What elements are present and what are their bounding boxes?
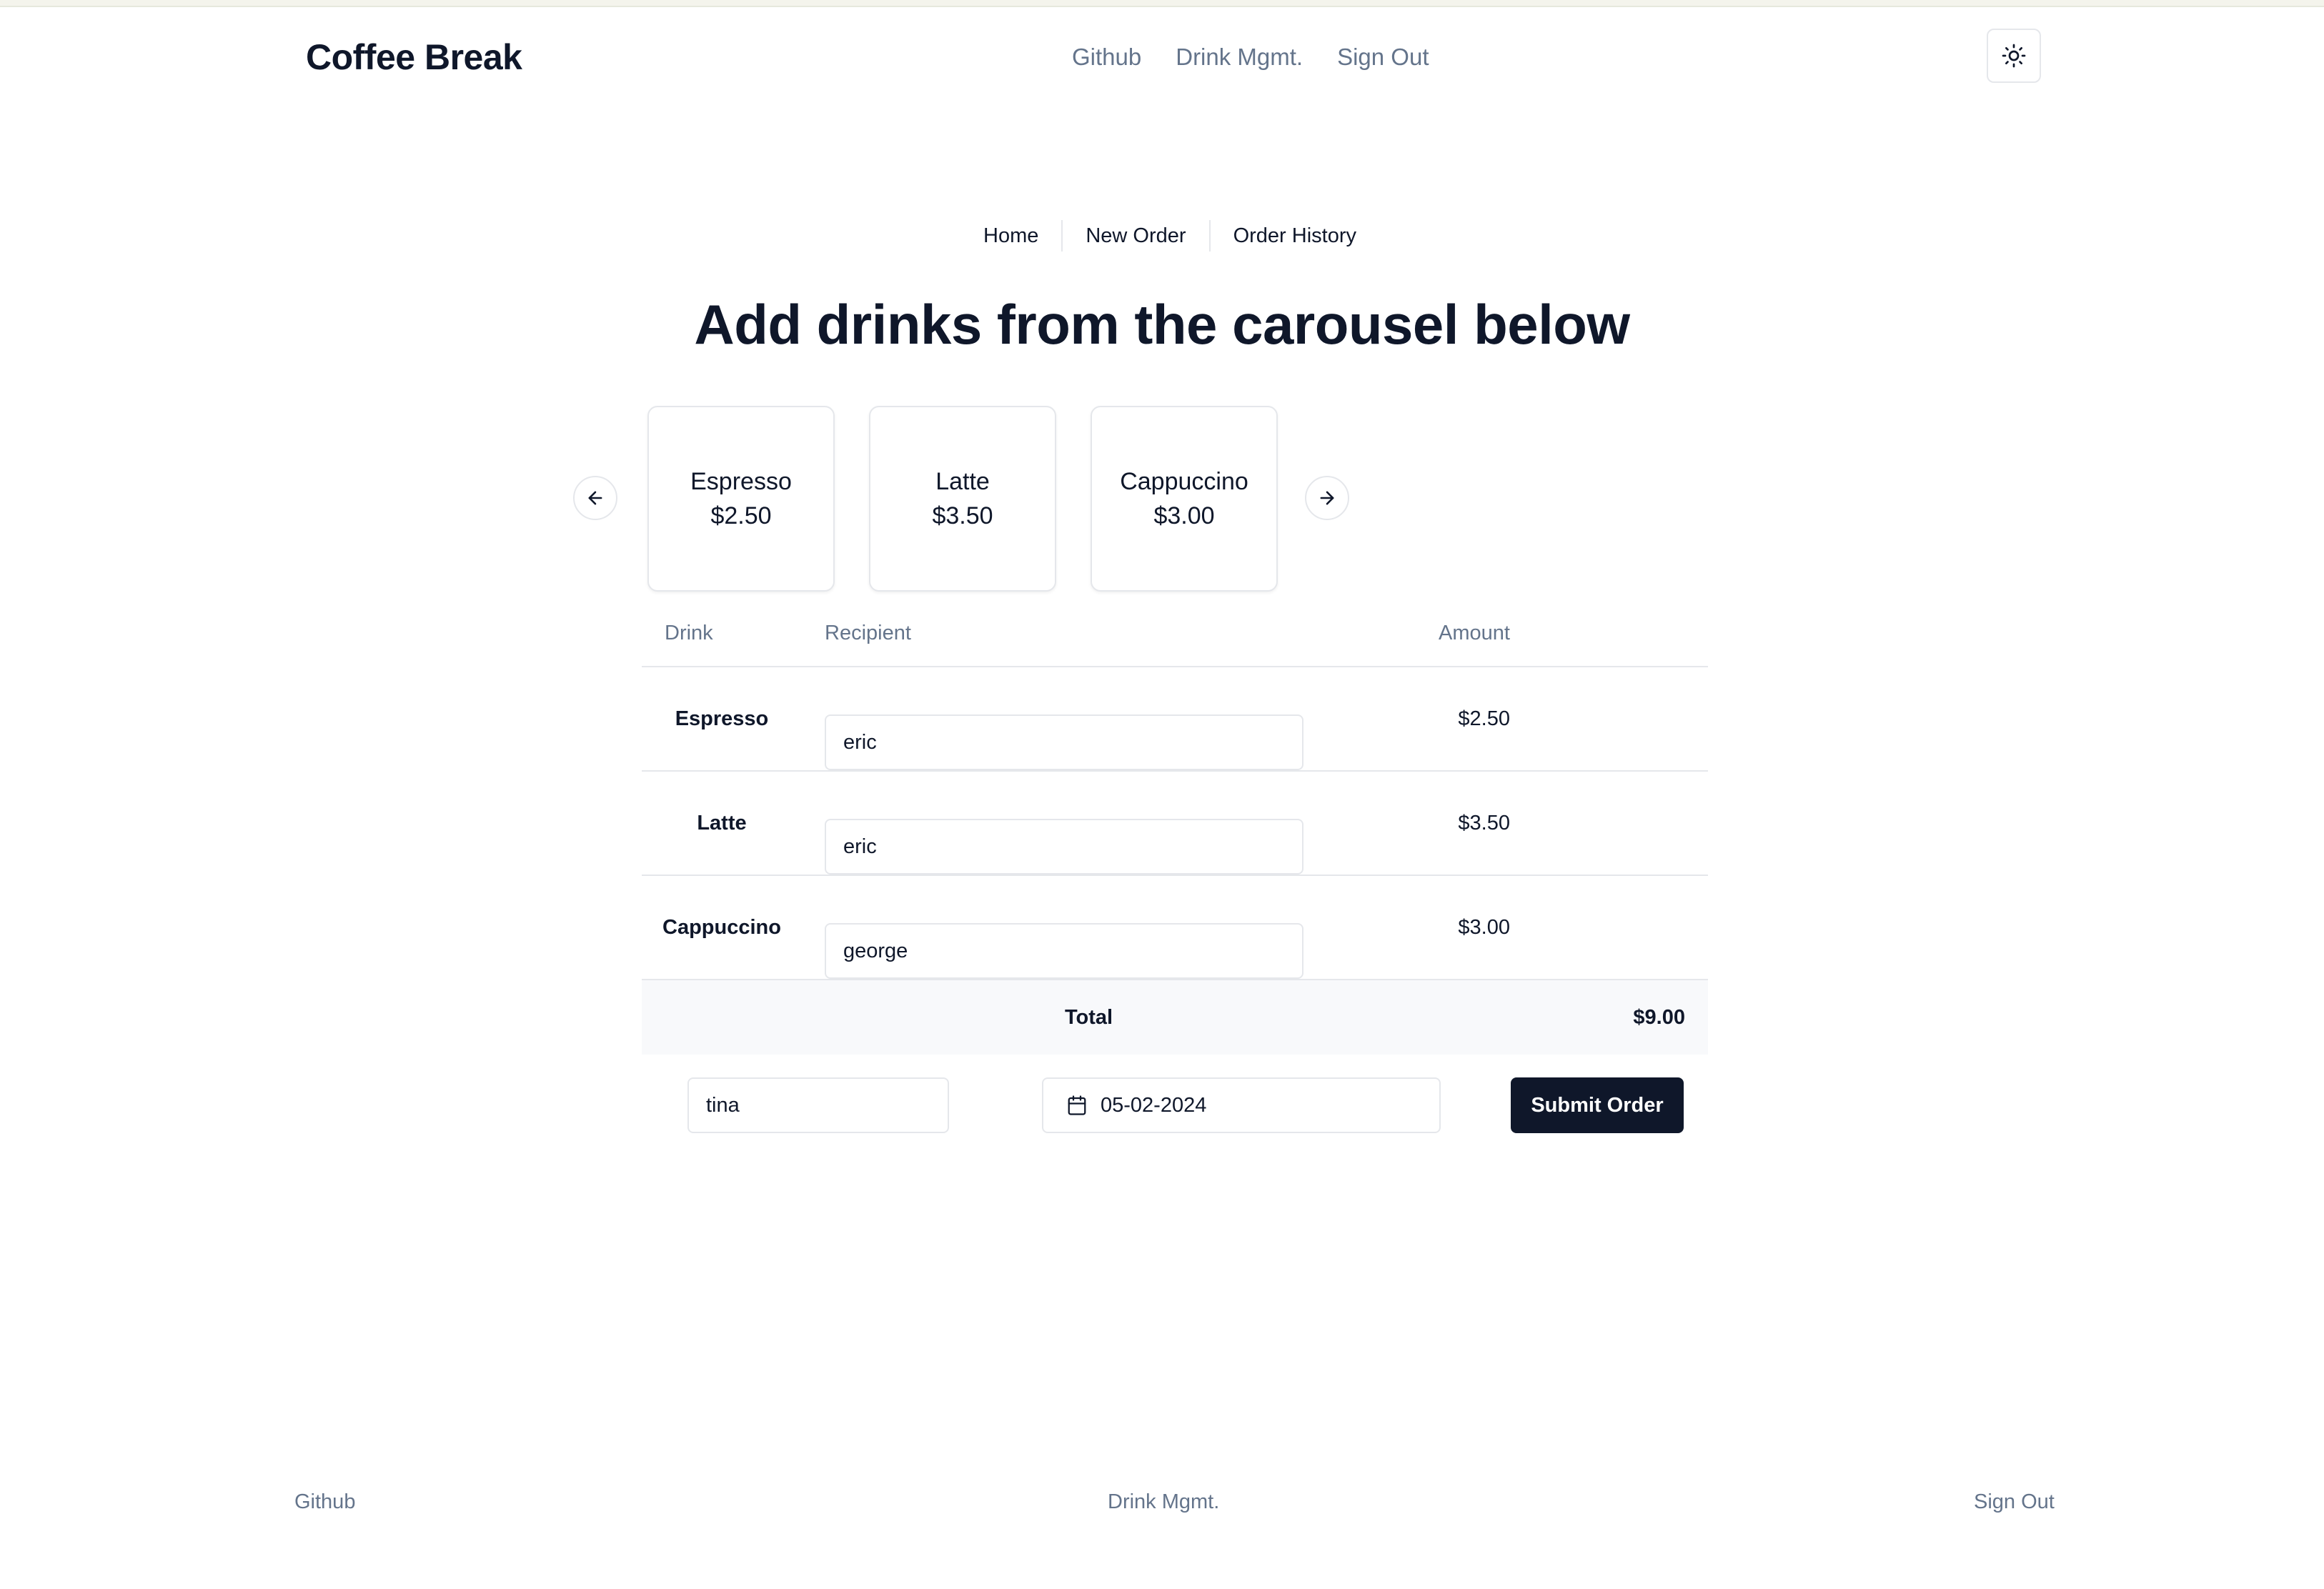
carousel-prev-button[interactable] xyxy=(573,476,617,520)
calendar-icon xyxy=(1068,1095,1086,1115)
recipient-input[interactable] xyxy=(825,714,1303,770)
arrow-left-icon xyxy=(588,491,602,505)
sub-nav: Home New Order Order History xyxy=(960,219,1379,253)
sun-icon xyxy=(2002,44,2026,68)
footer-sign-out-link[interactable]: Sign Out xyxy=(1974,1486,2055,1518)
card-name: Espresso xyxy=(690,468,792,495)
card-price: $3.50 xyxy=(932,502,993,529)
nav-github-link[interactable]: Github xyxy=(1072,40,1141,74)
date-value: 05-02-2024 xyxy=(1101,1093,1207,1117)
table-row: Cappuccino $3.00 xyxy=(642,876,1708,980)
row-amount: $3.50 xyxy=(1458,811,1510,835)
page-title: Add drinks from the carousel below xyxy=(694,293,1630,356)
row-drink: Cappuccino xyxy=(662,915,781,939)
table-header: Drink Recipient Amount xyxy=(642,606,1708,667)
carousel-card-espresso[interactable]: Espresso $2.50 xyxy=(647,406,835,592)
date-picker-button[interactable]: 05-02-2024 xyxy=(1042,1077,1441,1133)
total-label: Total xyxy=(1065,1006,1113,1029)
row-amount: $3.00 xyxy=(1458,915,1510,939)
top-nav: Github Drink Mgmt. Sign Out xyxy=(1072,40,1429,74)
order-table: Drink Recipient Amount Espresso $2.50 La… xyxy=(642,606,1708,1140)
arrow-right-icon xyxy=(1320,491,1334,505)
brand-logo[interactable]: Coffee Break xyxy=(306,34,522,80)
theme-toggle-button[interactable] xyxy=(1987,29,2041,83)
carousel-next-button[interactable] xyxy=(1305,476,1349,520)
total-value: $9.00 xyxy=(1633,1006,1685,1029)
card-name: Latte xyxy=(935,468,990,495)
card-name: Cappuccino xyxy=(1120,468,1248,495)
row-drink: Espresso xyxy=(675,707,769,730)
order-controls: 05-02-2024 Submit Order xyxy=(642,1055,1708,1140)
card-price: $3.00 xyxy=(1153,502,1215,529)
nav-drink-mgmt-link[interactable]: Drink Mgmt. xyxy=(1176,40,1303,74)
recipient-input[interactable] xyxy=(825,819,1303,875)
column-header-amount: Amount xyxy=(1439,622,1510,644)
table-row: Latte $3.50 xyxy=(642,772,1708,876)
footer-drink-mgmt-link[interactable]: Drink Mgmt. xyxy=(1108,1486,1219,1518)
submit-order-button[interactable]: Submit Order xyxy=(1511,1077,1684,1133)
carousel-card-cappuccino[interactable]: Cappuccino $3.00 xyxy=(1091,406,1278,592)
top-border xyxy=(0,0,2324,7)
table-row: Espresso $2.50 xyxy=(642,667,1708,772)
subnav-order-history[interactable]: Order History xyxy=(1211,219,1379,253)
recipient-input[interactable] xyxy=(825,923,1303,979)
orderer-input[interactable] xyxy=(687,1077,949,1133)
carousel-card-latte[interactable]: Latte $3.50 xyxy=(869,406,1056,592)
subnav-home[interactable]: Home xyxy=(960,219,1061,253)
nav-sign-out-link[interactable]: Sign Out xyxy=(1337,40,1429,74)
column-header-recipient: Recipient xyxy=(825,622,911,644)
column-header-drink: Drink xyxy=(665,622,713,644)
row-amount: $2.50 xyxy=(1458,707,1510,730)
footer-github-link[interactable]: Github xyxy=(294,1486,355,1518)
total-row: Total $9.00 xyxy=(642,980,1708,1055)
row-drink: Latte xyxy=(697,811,747,835)
card-price: $2.50 xyxy=(710,502,772,529)
subnav-new-order[interactable]: New Order xyxy=(1063,219,1208,253)
